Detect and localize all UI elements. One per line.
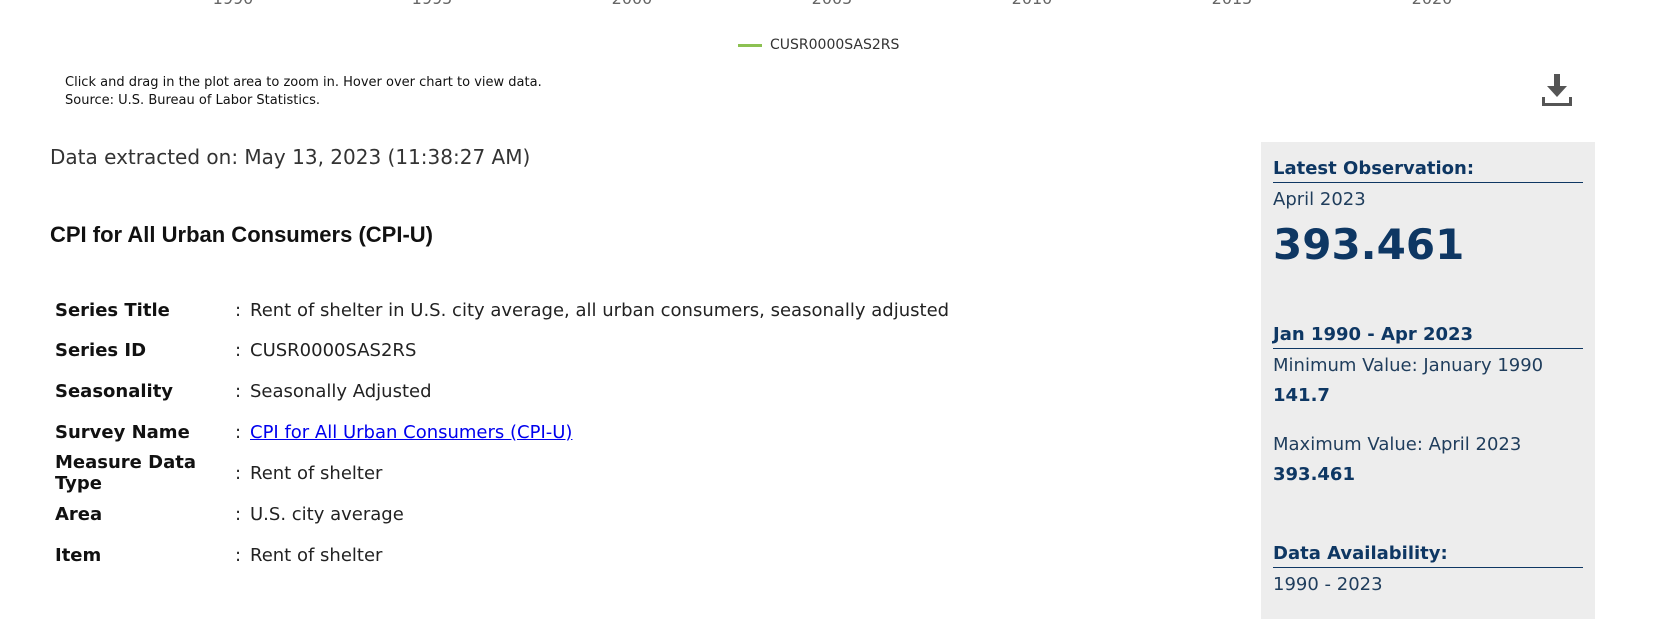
separator: : [235,380,242,402]
separator: : [235,299,242,321]
survey-heading: CPI for All Urban Consumers (CPI-U) [50,222,433,247]
separator: : [235,544,242,566]
latest-observation-heading: Latest Observation: [1273,158,1583,183]
item-value: Rent of shelter [250,544,383,566]
x-axis-tick-labels: 1990 1995 2000 2005 2010 2015 2020 [0,0,1659,9]
data-extracted-date: Data extracted on: May 13, 2023 (11:38:2… [50,145,531,169]
latest-observation-section: Latest Observation: April 2023 393.461 [1273,158,1583,269]
table-row: Series ID : CUSR0000SAS2RS [55,331,949,372]
x-tick-label: 1995 [412,0,453,8]
series-title-value: Rent of shelter in U.S. city average, al… [250,299,950,321]
x-tick-label: 2000 [612,0,653,8]
seasonality-label: Seasonality [55,380,174,402]
legend-line-swatch [738,43,762,47]
data-availability-section: Data Availability: 1990 - 2023 [1273,543,1583,595]
item-label: Item [55,544,102,566]
seasonality-value: Seasonally Adjusted [250,380,432,402]
minimum-value: 141.7 [1273,385,1330,406]
chart-legend-item[interactable]: CUSR0000SAS2RS [738,37,899,53]
legend-label: CUSR0000SAS2RS [770,37,900,53]
x-tick-label: 2020 [1412,0,1453,8]
separator: : [235,421,242,443]
area-value: U.S. city average [250,504,404,526]
data-availability-range: 1990 - 2023 [1273,574,1383,595]
download-button[interactable] [1537,70,1577,110]
series-title-label: Series Title [55,299,170,321]
x-tick-label: 2010 [1012,0,1053,8]
table-row: Area : U.S. city average [55,494,949,535]
area-label: Area [55,504,103,526]
chart-instruction-text: Click and drag in the plot area to zoom … [65,75,542,90]
table-row: Series Title : Rent of shelter in U.S. c… [55,290,949,331]
page: 1990 1995 2000 2005 2010 2015 2020 CUSR0… [0,0,1659,635]
measure-data-type-value: Rent of shelter [250,462,383,484]
maximum-value: 393.461 [1273,464,1355,485]
download-icon [1542,74,1572,106]
separator: : [235,504,242,526]
separator: : [235,462,242,484]
minimum-value-label: Minimum Value: January 1990 [1273,355,1544,376]
series-details-table: Series Title : Rent of shelter in U.S. c… [55,290,949,576]
data-availability-heading: Data Availability: [1273,543,1583,568]
measure-data-type-label: Measure Data Type [55,452,196,495]
table-row: Seasonality : Seasonally Adjusted [55,371,949,412]
observation-sidebar: Latest Observation: April 2023 393.461 J… [1261,142,1595,619]
x-tick-label: 2005 [812,0,853,8]
table-row: Survey Name : CPI for All Urban Consumer… [55,412,949,453]
survey-name-cell: CPI for All Urban Consumers (CPI-U) [250,412,949,453]
range-section: Jan 1990 - Apr 2023 Minimum Value: Janua… [1273,324,1583,485]
separator: : [235,340,242,362]
range-heading: Jan 1990 - Apr 2023 [1273,324,1583,349]
survey-name-link[interactable]: CPI for All Urban Consumers (CPI-U) [250,422,572,443]
chart-instructions: Click and drag in the plot area to zoom … [65,74,542,110]
latest-observation-period: April 2023 [1273,189,1366,210]
x-tick-label: 1990 [213,0,254,8]
chart-source-text: Source: U.S. Bureau of Labor Statistics. [65,93,320,108]
table-row: Item : Rent of shelter [55,535,949,576]
series-id-label: Series ID [55,340,147,362]
x-tick-label: 2015 [1212,0,1253,8]
survey-name-label: Survey Name [55,421,190,443]
table-row: Measure Data Type : Rent of shelter [55,452,949,494]
series-id-value: CUSR0000SAS2RS [250,340,417,362]
latest-observation-value: 393.461 [1273,220,1465,269]
maximum-value-label: Maximum Value: April 2023 [1273,434,1522,455]
